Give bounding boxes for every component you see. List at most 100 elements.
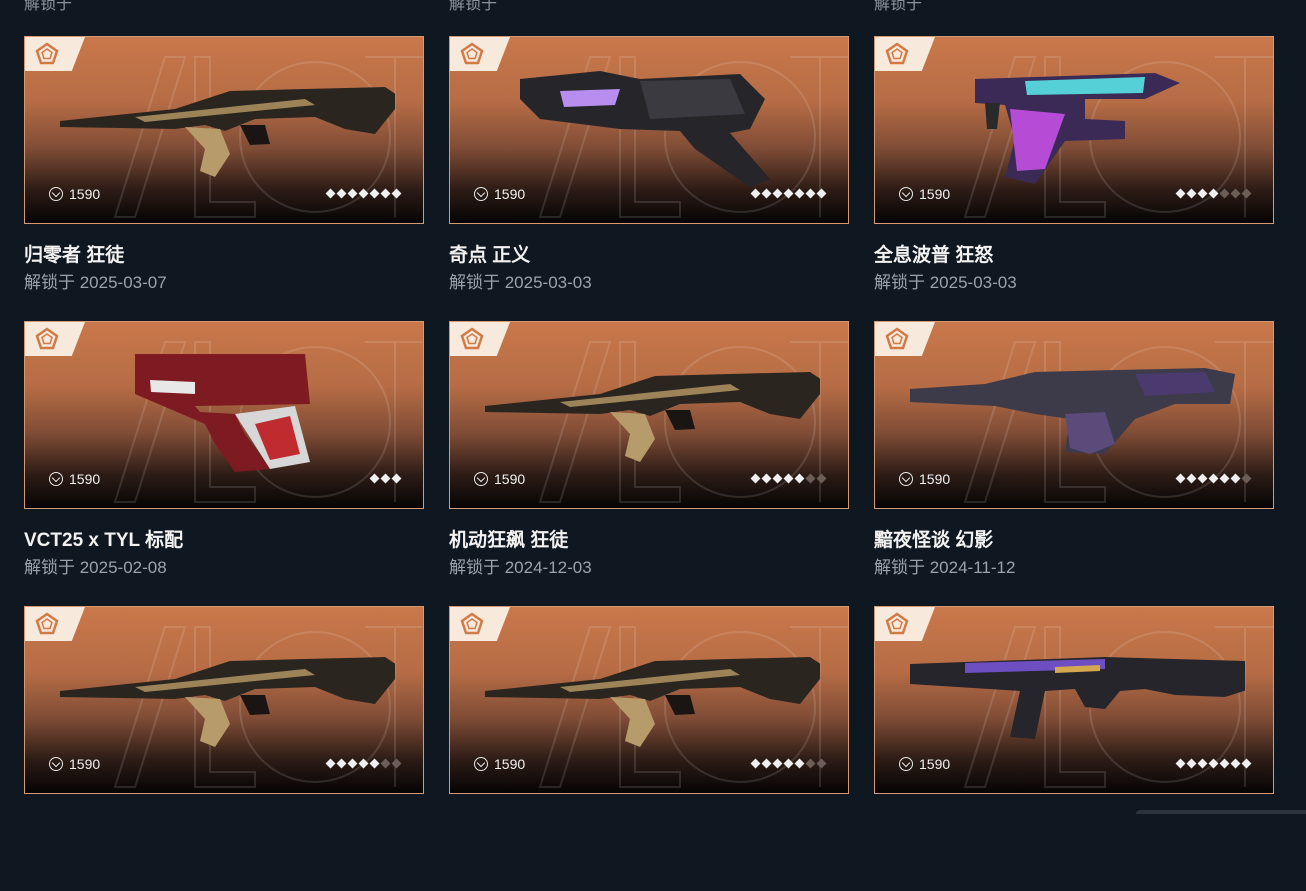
level-diamond-icon [761,473,772,484]
level-diamond-icon [336,758,347,769]
level-diamond-icon [391,473,402,484]
level-diamond-icon [805,758,816,769]
vp-currency-icon [474,472,488,486]
price-value: 1590 [494,471,526,487]
level-diamond-icon [1241,188,1252,199]
level-diamond-icon [358,188,369,199]
level-diamond-icon [1208,758,1219,769]
level-diamond-icon [1219,188,1230,199]
level-diamond-icon [1175,188,1186,199]
skin-name: 机动狂飙 狂徒 [449,530,569,551]
skin-name: VCT25 x TYL 标配 [24,530,184,551]
price: 1590 [474,470,525,488]
price-value: 1590 [919,471,951,487]
weapon-skin-image [905,629,1250,759]
level-diamond-icon [750,473,761,484]
skin-item: 1590 VCT25 x TYL 标配 解锁于 2025-02-08 [24,321,424,606]
price: 1590 [899,755,950,773]
unlock-date: 解锁于 2025-03-03 [449,273,592,292]
price-value: 1590 [69,756,101,772]
level-diamond-icon [1186,473,1197,484]
unlock-date: 解锁于 2025-03-07 [24,273,167,292]
level-diamond-icon [816,188,827,199]
price: 1590 [474,755,525,773]
skin-card[interactable]: 1590 [449,606,849,794]
skin-card[interactable]: 1590 [449,36,849,224]
vp-currency-icon [474,757,488,771]
weapon-skin-image [55,344,395,474]
vp-currency-icon [474,187,488,201]
level-diamond-icon [1208,188,1219,199]
skin-card[interactable]: 1590 [874,606,1274,794]
scrollbar[interactable] [1136,810,1306,814]
upgrade-levels [1175,188,1252,199]
skin-item: 1590 [874,606,1274,891]
skin-card[interactable]: 1590 [449,321,849,509]
level-diamond-icon [772,473,783,484]
weapon-skin-image [905,344,1245,474]
skin-card[interactable]: 1590 [874,36,1274,224]
level-diamond-icon [750,188,761,199]
level-diamond-icon [1175,473,1186,484]
level-diamond-icon [761,758,772,769]
level-diamond-icon [369,758,380,769]
level-diamond-icon [761,188,772,199]
vp-currency-icon [49,472,63,486]
vp-currency-icon [899,187,913,201]
level-diamond-icon [380,473,391,484]
price: 1590 [49,470,100,488]
skin-card[interactable]: 1590 [24,606,424,794]
level-diamond-icon [750,758,761,769]
vp-currency-icon [899,757,913,771]
level-diamond-icon [772,758,783,769]
weapon-skin-image [905,59,1245,189]
level-diamond-icon [794,188,805,199]
skin-name: 奇点 正义 [449,245,531,266]
level-diamond-icon [1219,758,1230,769]
level-diamond-icon [347,188,358,199]
level-diamond-icon [1230,188,1241,199]
level-diamond-icon [1241,758,1252,769]
price: 1590 [474,185,525,203]
level-diamond-icon [336,188,347,199]
level-diamond-icon [380,188,391,199]
skin-collection-grid: 1590 归零者 狂徒 解锁于 2025-03-07 1590 奇点 正义 解锁… [24,36,1274,891]
unlock-date: 解锁于 2024-11-12 [874,558,1016,577]
previous-date: 解锁于 [874,0,923,13]
level-diamond-icon [1197,473,1208,484]
level-diamond-icon [1197,758,1208,769]
upgrade-levels [750,473,827,484]
skin-card[interactable]: 1590 [874,321,1274,509]
level-diamond-icon [1208,473,1219,484]
price-value: 1590 [494,756,526,772]
level-diamond-icon [794,473,805,484]
level-diamond-icon [325,188,336,199]
price-value: 1590 [69,186,101,202]
level-diamond-icon [1186,758,1197,769]
level-diamond-icon [783,473,794,484]
skin-card[interactable]: 1590 [24,36,424,224]
level-diamond-icon [816,473,827,484]
level-diamond-icon [783,758,794,769]
upgrade-levels [1175,758,1252,769]
skin-item: 1590 机动狂飙 狂徒 解锁于 2024-12-03 [449,321,849,606]
previous-date: 解锁于 [449,0,498,13]
level-diamond-icon [1197,188,1208,199]
level-diamond-icon [805,188,816,199]
skin-item: 1590 奇点 正义 解锁于 2025-03-03 [449,36,849,321]
price: 1590 [899,185,950,203]
skin-item: 1590 [24,606,424,891]
upgrade-levels [325,758,402,769]
weapon-skin-image [55,59,403,189]
level-diamond-icon [1219,473,1230,484]
unlock-date: 解锁于 2025-03-03 [874,273,1017,292]
upgrade-levels [750,758,827,769]
weapon-skin-image [480,59,820,189]
skin-card[interactable]: 1590 [24,321,424,509]
level-diamond-icon [1175,758,1186,769]
unlock-date: 解锁于 2024-12-03 [449,558,592,577]
weapon-skin-image [480,629,828,759]
weapon-skin-image [55,629,403,759]
vp-currency-icon [49,757,63,771]
skin-name: 全息波普 狂怒 [874,245,994,266]
